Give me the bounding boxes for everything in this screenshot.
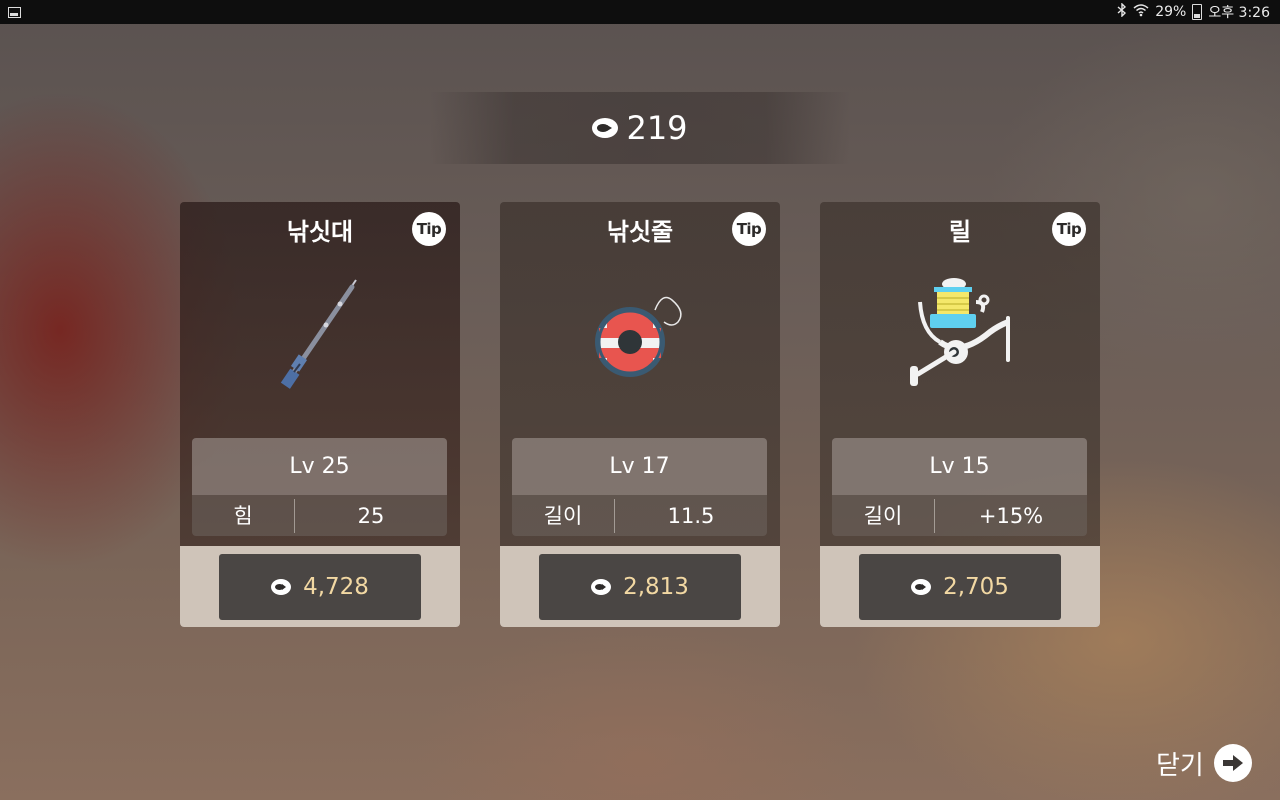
upgrade-buy-button[interactable]: 2,813: [539, 554, 741, 620]
tip-button[interactable]: Tip: [1052, 212, 1086, 246]
stat-row: 길이 11.5: [512, 495, 767, 536]
stat-label: 힘: [192, 498, 295, 533]
fish-coin-icon: [911, 579, 932, 595]
bluetooth-icon: [1117, 2, 1127, 21]
upgrade-buy-button[interactable]: 4,728: [219, 554, 421, 620]
status-bar: 29% 오후 3:26: [0, 0, 1280, 24]
stats-panel: Lv 25 힘 25: [192, 438, 447, 536]
clock: 오후 3:26: [1208, 5, 1270, 21]
level-label: Lv 25: [192, 438, 447, 495]
stats-panel: Lv 17 길이 11.5: [512, 438, 767, 536]
stat-value: 25: [357, 503, 385, 528]
tip-button[interactable]: Tip: [412, 212, 446, 246]
level-label: Lv 15: [832, 438, 1087, 495]
stat-value: +15%: [978, 503, 1044, 528]
level-label: Lv 17: [512, 438, 767, 495]
fish-coin-icon: [592, 118, 619, 138]
stat-label: 길이: [832, 498, 935, 533]
fishing-rod-icon: [180, 262, 460, 432]
fishing-reel-icon: [820, 262, 1100, 432]
card-footer: 2,813: [500, 546, 780, 627]
upgrade-card-line: 낚싯줄 Tip Lv 17 길이 11.5 2,813: [500, 202, 780, 627]
card-footer: 4,728: [180, 546, 460, 627]
stats-panel: Lv 15 길이 +15%: [832, 438, 1087, 536]
stat-row: 힘 25: [192, 495, 447, 536]
price: 2,813: [623, 574, 689, 600]
stat-row: 길이 +15%: [832, 495, 1087, 536]
currency-amount: 219: [626, 109, 688, 147]
price: 4,728: [303, 574, 369, 600]
image-notification-icon: [8, 6, 21, 18]
wifi-icon: [1133, 3, 1149, 21]
upgrade-buy-button[interactable]: 2,705: [859, 554, 1061, 620]
fish-coin-icon: [591, 579, 612, 595]
stat-label: 길이: [512, 498, 615, 533]
upgrade-card-rod: 낚싯대 Tip Lv 25 힘 25 4,728: [180, 202, 460, 627]
tip-button[interactable]: Tip: [732, 212, 766, 246]
price: 2,705: [943, 574, 1009, 600]
fish-coin-icon: [271, 579, 292, 595]
currency-banner: 219: [430, 92, 850, 164]
upgrade-card-reel: 릴 Tip Lv 15 길이 +15% 2,705: [820, 202, 1100, 627]
arrow-right-icon: [1213, 744, 1252, 782]
close-label: 닫기: [1156, 750, 1204, 781]
stat-value: 11.5: [667, 503, 715, 528]
close-button[interactable]: 닫기: [1156, 744, 1252, 782]
battery-percent: 29%: [1155, 4, 1187, 20]
battery-icon: [1192, 4, 1203, 20]
fishing-line-spool-icon: [500, 262, 780, 432]
card-footer: 2,705: [820, 546, 1100, 627]
